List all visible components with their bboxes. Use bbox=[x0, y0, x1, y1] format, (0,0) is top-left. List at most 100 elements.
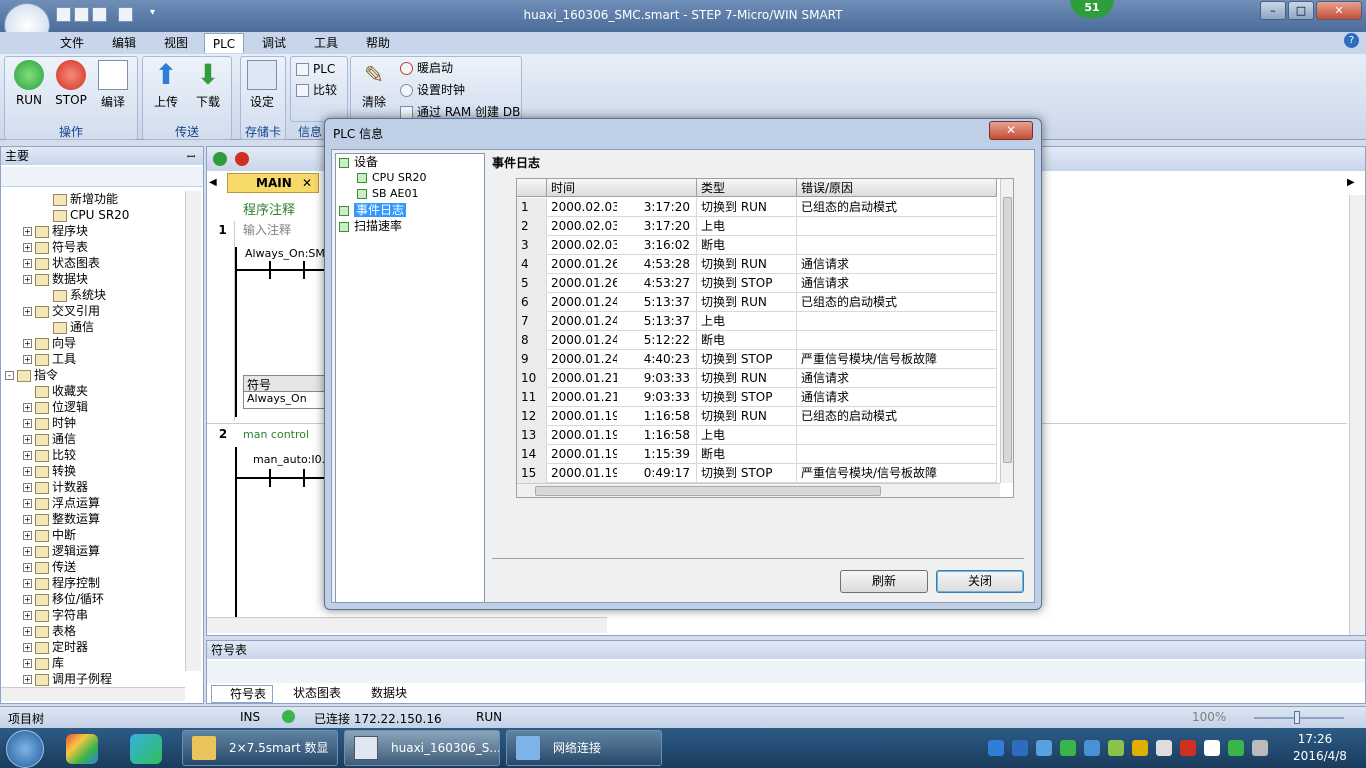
tree-item[interactable]: + 工具 bbox=[5, 351, 183, 367]
settings-button[interactable]: 设定 bbox=[242, 60, 282, 120]
tree-item[interactable]: + 计数器 bbox=[5, 479, 183, 495]
start-button[interactable] bbox=[6, 730, 44, 768]
tree-item[interactable]: + 中断 bbox=[5, 527, 183, 543]
expand-icon[interactable]: + bbox=[23, 547, 32, 556]
tree-item[interactable]: + 位逻辑 bbox=[5, 399, 183, 415]
table-row[interactable]: 5 2000.01.26 4:53:27 切换到 STOP 通信请求 bbox=[517, 274, 997, 293]
expand-icon[interactable]: + bbox=[23, 643, 32, 652]
close-tab-icon[interactable]: ✕ bbox=[302, 174, 312, 192]
table-row[interactable]: 1 2000.02.03 3:17:20 切换到 RUN 已组态的启动模式 bbox=[517, 198, 997, 217]
tree-item[interactable]: + 转换 bbox=[5, 463, 183, 479]
tree-item[interactable]: - 指令 bbox=[5, 367, 183, 383]
tray-plus-icon[interactable] bbox=[1228, 740, 1244, 756]
expand-icon[interactable]: + bbox=[23, 611, 32, 620]
tree-item[interactable]: 系统块 bbox=[5, 287, 183, 303]
tab-view[interactable]: 视图 bbox=[156, 33, 196, 53]
grid-hscroll-thumb[interactable] bbox=[535, 486, 881, 496]
tree-horizontal-scrollbar[interactable] bbox=[1, 687, 185, 701]
table-row[interactable]: 14 2000.01.19 1:15:39 断电 bbox=[517, 445, 997, 464]
expand-icon[interactable]: + bbox=[23, 227, 32, 236]
tree-item[interactable]: CPU SR20 bbox=[5, 207, 183, 223]
nav-item[interactable]: 扫描速率 bbox=[336, 218, 484, 234]
expand-icon[interactable]: + bbox=[23, 515, 32, 524]
tree-item[interactable]: + 符号表 bbox=[5, 239, 183, 255]
tray-update-icon[interactable] bbox=[1084, 740, 1100, 756]
grid-scroll-thumb[interactable] bbox=[1003, 197, 1012, 463]
warm-start-button[interactable]: 暖启动 bbox=[400, 59, 453, 77]
contact-symbol[interactable] bbox=[303, 261, 305, 279]
column-header-type[interactable]: 类型 bbox=[697, 179, 797, 197]
media-player-icon[interactable] bbox=[130, 734, 162, 764]
tab-scroll-right-icon[interactable]: ▶ bbox=[1347, 177, 1355, 188]
tree-item[interactable]: + 状态图表 bbox=[5, 255, 183, 271]
column-header-cause[interactable]: 错误/原因 bbox=[797, 179, 997, 197]
tree-item[interactable]: + 程序控制 bbox=[5, 575, 183, 591]
nav-item[interactable]: 事件日志 bbox=[336, 202, 484, 218]
tray-security-icon[interactable] bbox=[1132, 740, 1148, 756]
table-row[interactable]: 9 2000.01.24 4:40:23 切换到 STOP 严重信号模块/信号板故障 bbox=[517, 350, 997, 369]
tree-item[interactable]: + 通信 bbox=[5, 431, 183, 447]
download-button[interactable]: ⬇ 下载 bbox=[188, 60, 228, 120]
tab-file[interactable]: 文件 bbox=[52, 33, 92, 53]
tray-volume-icon[interactable] bbox=[1180, 740, 1196, 756]
tray-shield-icon[interactable] bbox=[1012, 740, 1028, 756]
tree-item[interactable]: + 时钟 bbox=[5, 415, 183, 431]
clear-button[interactable]: ✎ 清除 bbox=[354, 60, 394, 120]
tree-item[interactable]: 通信 bbox=[5, 319, 183, 335]
expand-icon[interactable]: + bbox=[23, 307, 32, 316]
expand-icon[interactable]: + bbox=[23, 467, 32, 476]
table-row[interactable]: 2 2000.02.03 3:17:20 上电 bbox=[517, 217, 997, 236]
pinned-app-icon[interactable] bbox=[66, 734, 98, 764]
tab-plc[interactable]: PLC bbox=[204, 33, 244, 53]
expand-icon[interactable]: + bbox=[23, 531, 32, 540]
tree-item[interactable]: + 移位/循环 bbox=[5, 591, 183, 607]
table-row[interactable]: 4 2000.01.26 4:53:28 切换到 RUN 通信请求 bbox=[517, 255, 997, 274]
editor-vertical-scrollbar[interactable] bbox=[1349, 195, 1365, 635]
tree-item[interactable]: + 字符串 bbox=[5, 607, 183, 623]
tree-item[interactable]: + 浮点运算 bbox=[5, 495, 183, 511]
compile-button[interactable]: 编译 bbox=[94, 60, 132, 120]
table-row[interactable]: 11 2000.01.21 9:03:33 切换到 STOP 通信请求 bbox=[517, 388, 997, 407]
tray-network-icon[interactable] bbox=[1036, 740, 1052, 756]
tab-edit[interactable]: 编辑 bbox=[104, 33, 144, 53]
tab-scroll-left-icon[interactable]: ◀ bbox=[209, 177, 217, 188]
nav-item[interactable]: CPU SR20 bbox=[336, 170, 484, 186]
table-row[interactable]: 7 2000.01.24 5:13:37 上电 bbox=[517, 312, 997, 331]
table-row[interactable]: 15 2000.01.19 0:49:17 切换到 STOP 严重信号模块/信号板故障 bbox=[517, 464, 997, 483]
expand-icon[interactable]: + bbox=[23, 627, 32, 636]
grid-horizontal-scrollbar[interactable] bbox=[517, 483, 1000, 497]
tree-item[interactable]: + 逻辑运算 bbox=[5, 543, 183, 559]
create-db-button[interactable]: 通过 RAM 创建 DB bbox=[400, 103, 520, 118]
tab-debug[interactable]: 调试 bbox=[254, 33, 294, 53]
expand-icon[interactable]: + bbox=[23, 451, 32, 460]
compare-button[interactable]: 比较 bbox=[296, 81, 337, 99]
tree-item[interactable]: 收藏夹 bbox=[5, 383, 183, 399]
table-row[interactable]: 8 2000.01.24 5:12:22 断电 bbox=[517, 331, 997, 350]
collapse-icon[interactable]: - bbox=[5, 371, 14, 380]
expand-icon[interactable]: + bbox=[23, 435, 32, 444]
table-row[interactable]: 10 2000.01.21 9:03:33 切换到 RUN 通信请求 bbox=[517, 369, 997, 388]
clock-date[interactable]: 2016/4/8 bbox=[1282, 749, 1358, 763]
refresh-button[interactable]: 刷新 bbox=[840, 570, 928, 593]
close-button[interactable]: 关闭 bbox=[936, 570, 1024, 593]
tree-item[interactable]: + 定时器 bbox=[5, 639, 183, 655]
tab-data-block[interactable]: 数据块 bbox=[355, 685, 415, 703]
tree-item[interactable]: + 交叉引用 bbox=[5, 303, 183, 319]
expand-icon[interactable]: + bbox=[23, 419, 32, 428]
table-row[interactable]: 3 2000.02.03 3:16:02 断电 bbox=[517, 236, 997, 255]
tray-wifi-icon[interactable] bbox=[1204, 740, 1220, 756]
expand-icon[interactable]: + bbox=[23, 563, 32, 572]
tree-item[interactable]: + 表格 bbox=[5, 623, 183, 639]
nav-item[interactable]: 设备 bbox=[336, 154, 484, 170]
tab-tools[interactable]: 工具 bbox=[306, 33, 346, 53]
expand-icon[interactable]: + bbox=[23, 483, 32, 492]
table-row[interactable]: 12 2000.01.19 1:16:58 切换到 RUN 已组态的启动模式 bbox=[517, 407, 997, 426]
expand-icon[interactable]: + bbox=[23, 339, 32, 348]
tab-status-chart[interactable]: 状态图表 bbox=[277, 685, 351, 703]
column-header-time[interactable]: 时间 bbox=[547, 179, 697, 197]
tray-action-center-icon[interactable] bbox=[1252, 740, 1268, 756]
table-row[interactable]: 6 2000.01.24 5:13:37 切换到 RUN 已组态的启动模式 bbox=[517, 293, 997, 312]
help-icon[interactable]: ? bbox=[1344, 33, 1359, 48]
stop-icon[interactable] bbox=[235, 152, 249, 166]
close-window-button[interactable]: ✕ bbox=[1316, 1, 1362, 20]
